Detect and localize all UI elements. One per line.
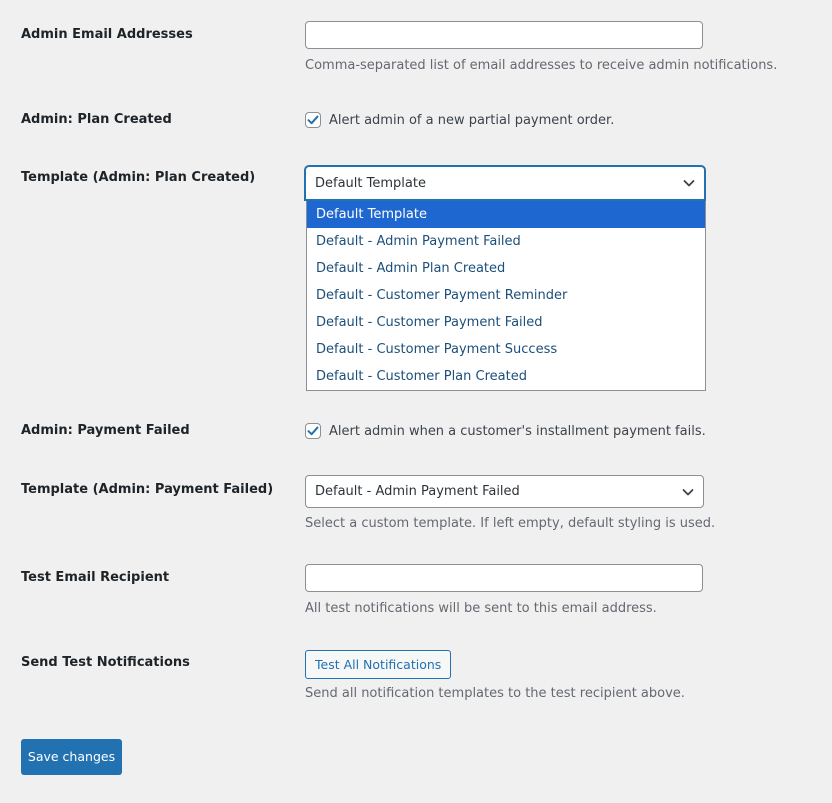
template-plan-created-select[interactable]: Default Template: [305, 166, 705, 200]
payment-failed-checkbox-label: Alert admin when a customer's installmen…: [329, 423, 706, 439]
test-recipient-input[interactable]: [305, 564, 703, 592]
test-recipient-label: Test Email Recipient: [21, 570, 170, 585]
dropdown-option-default-template[interactable]: Default Template: [307, 201, 705, 228]
checkmark-icon: [307, 426, 319, 436]
template-payment-failed-description: Select a custom template. If left empty,…: [305, 516, 716, 531]
plan-created-label: Admin: Plan Created: [21, 112, 172, 127]
template-payment-failed-select[interactable]: Default - Admin Payment Failed: [305, 475, 704, 508]
payment-failed-checkbox-row: Alert admin when a customer's installmen…: [305, 422, 706, 440]
dropdown-option-admin-plan-created[interactable]: Default - Admin Plan Created: [307, 255, 705, 282]
plan-created-checkbox-label: Alert admin of a new partial payment ord…: [329, 112, 615, 128]
checkmark-icon: [307, 115, 319, 125]
admin-emails-label: Admin Email Addresses: [21, 27, 193, 42]
admin-emails-input[interactable]: [305, 21, 703, 49]
dropdown-option-customer-payment-reminder[interactable]: Default - Customer Payment Reminder: [307, 282, 705, 309]
dropdown-option-customer-payment-failed[interactable]: Default - Customer Payment Failed: [307, 309, 705, 336]
chevron-down-icon: [682, 488, 694, 495]
plan-created-checkbox[interactable]: [305, 112, 321, 128]
template-plan-created-dropdown: Default Template Default - Admin Payment…: [306, 201, 706, 391]
chevron-down-icon: [683, 180, 695, 187]
send-test-description: Send all notification templates to the t…: [305, 686, 685, 701]
test-all-notifications-button[interactable]: Test All Notifications: [305, 650, 452, 679]
template-payment-failed-label: Template (Admin: Payment Failed): [21, 482, 274, 497]
admin-emails-description: Comma-separated list of email addresses …: [305, 58, 778, 73]
dropdown-option-customer-plan-created[interactable]: Default - Customer Plan Created: [307, 363, 705, 390]
plan-created-checkbox-row: Alert admin of a new partial payment ord…: [305, 111, 614, 129]
settings-page: Admin Email Addresses Comma-separated li…: [0, 0, 832, 803]
template-payment-failed-selected-value: Default - Admin Payment Failed: [315, 484, 520, 499]
payment-failed-label: Admin: Payment Failed: [21, 423, 190, 438]
dropdown-option-admin-payment-failed[interactable]: Default - Admin Payment Failed: [307, 228, 705, 255]
send-test-label: Send Test Notifications: [21, 655, 190, 670]
template-plan-created-selected-value: Default Template: [315, 175, 426, 191]
dropdown-option-customer-payment-success[interactable]: Default - Customer Payment Success: [307, 336, 705, 363]
payment-failed-checkbox[interactable]: [305, 423, 321, 439]
save-changes-button[interactable]: Save changes: [21, 739, 122, 775]
template-plan-created-label: Template (Admin: Plan Created): [21, 170, 256, 185]
test-recipient-description: All test notifications will be sent to t…: [305, 601, 657, 616]
